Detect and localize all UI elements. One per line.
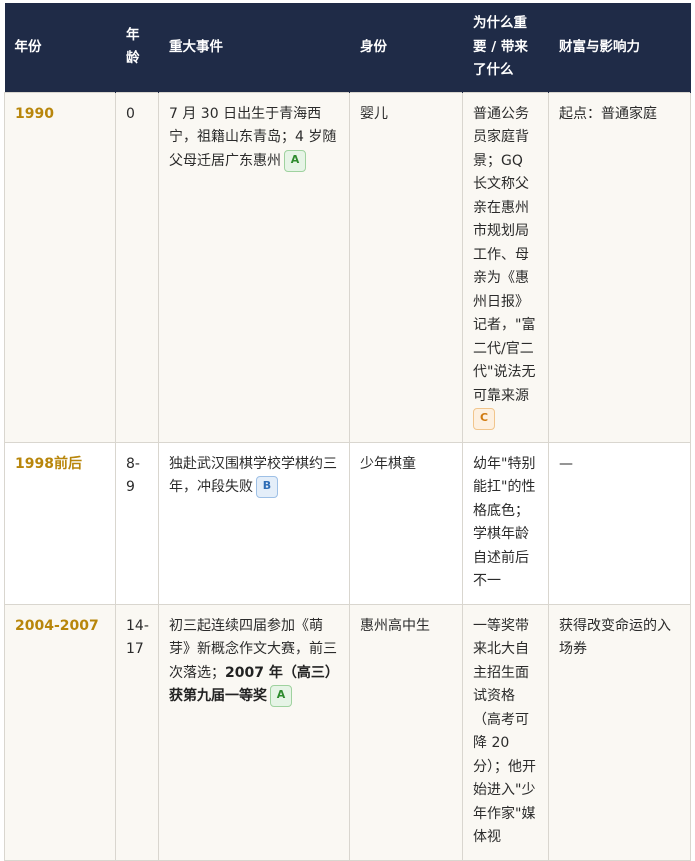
why-text: 普通公务员家庭背景；GQ 长文称父亲在惠州市规划局工作、母亲为《惠州日报》记者，… — [473, 105, 536, 404]
header-identity: 身份 — [349, 3, 463, 92]
timeline-table-container: 年份 年龄 重大事件 身份 为什么重要 / 带来了什么 财富与影响力 1990 … — [4, 3, 691, 861]
source-tag-a: A — [270, 685, 292, 707]
header-age: 年龄 — [115, 3, 159, 92]
table-header-row: 年份 年龄 重大事件 身份 为什么重要 / 带来了什么 财富与影响力 — [4, 3, 691, 92]
row-wealth: — — [548, 441, 691, 605]
table-row: 1990 0 7 月 30 日出生于青海西宁，祖籍山东青岛；4 岁随父母迁居广东… — [4, 91, 691, 443]
row-age: 14-17 — [115, 603, 159, 861]
header-wealth: 财富与影响力 — [548, 3, 691, 92]
row-event: 独赴武汉围棋学校学棋约三年，冲段失败 B — [158, 441, 350, 605]
row-age: 8-9 — [115, 441, 159, 605]
row-why: 普通公务员家庭背景；GQ 长文称父亲在惠州市规划局工作、母亲为《惠州日报》记者，… — [462, 91, 549, 443]
row-event: 初三起连续四届参加《萌芽》新概念作文大赛，前三次落选；2007 年（高三）获第九… — [158, 603, 350, 861]
row-why: 一等奖带来北大自主招生面试资格（高考可降 20 分）；他开始进入"少年作家"媒体… — [462, 603, 549, 861]
row-identity: 少年棋童 — [349, 441, 463, 605]
row-year: 1998前后 — [4, 441, 116, 605]
event-text: 7 月 30 日出生于青海西宁，祖籍山东青岛；4 岁随父母迁居广东惠州 — [169, 105, 337, 169]
row-age: 0 — [115, 91, 159, 443]
row-wealth: 起点：普通家庭 — [548, 91, 691, 443]
event-text: 独赴武汉围棋学校学棋约三年，冲段失败 — [169, 455, 337, 496]
row-identity: 婴儿 — [349, 91, 463, 443]
source-tag-b: B — [256, 476, 278, 498]
row-why: 幼年"特别能扛"的性格底色；学棋年龄自述前后不一 — [462, 441, 549, 605]
row-year: 1990 — [4, 91, 116, 443]
header-why: 为什么重要 / 带来了什么 — [462, 3, 549, 92]
header-year: 年份 — [4, 3, 116, 92]
row-event: 7 月 30 日出生于青海西宁，祖籍山东青岛；4 岁随父母迁居广东惠州 A — [158, 91, 350, 443]
source-tag-c: C — [473, 408, 495, 430]
header-event: 重大事件 — [158, 3, 350, 92]
row-wealth: 获得改变命运的入场券 — [548, 603, 691, 861]
row-identity: 惠州高中生 — [349, 603, 463, 861]
table-row: 1998前后 8-9 独赴武汉围棋学校学棋约三年，冲段失败 B 少年棋童 幼年"特… — [4, 441, 691, 605]
row-year: 2004-2007 — [4, 603, 116, 861]
timeline-table: 年份 年龄 重大事件 身份 为什么重要 / 带来了什么 财富与影响力 1990 … — [4, 3, 691, 861]
source-tag-a: A — [284, 149, 306, 172]
table-row: 2004-2007 14-17 初三起连续四届参加《萌芽》新概念作文大赛，前三次… — [4, 603, 691, 861]
